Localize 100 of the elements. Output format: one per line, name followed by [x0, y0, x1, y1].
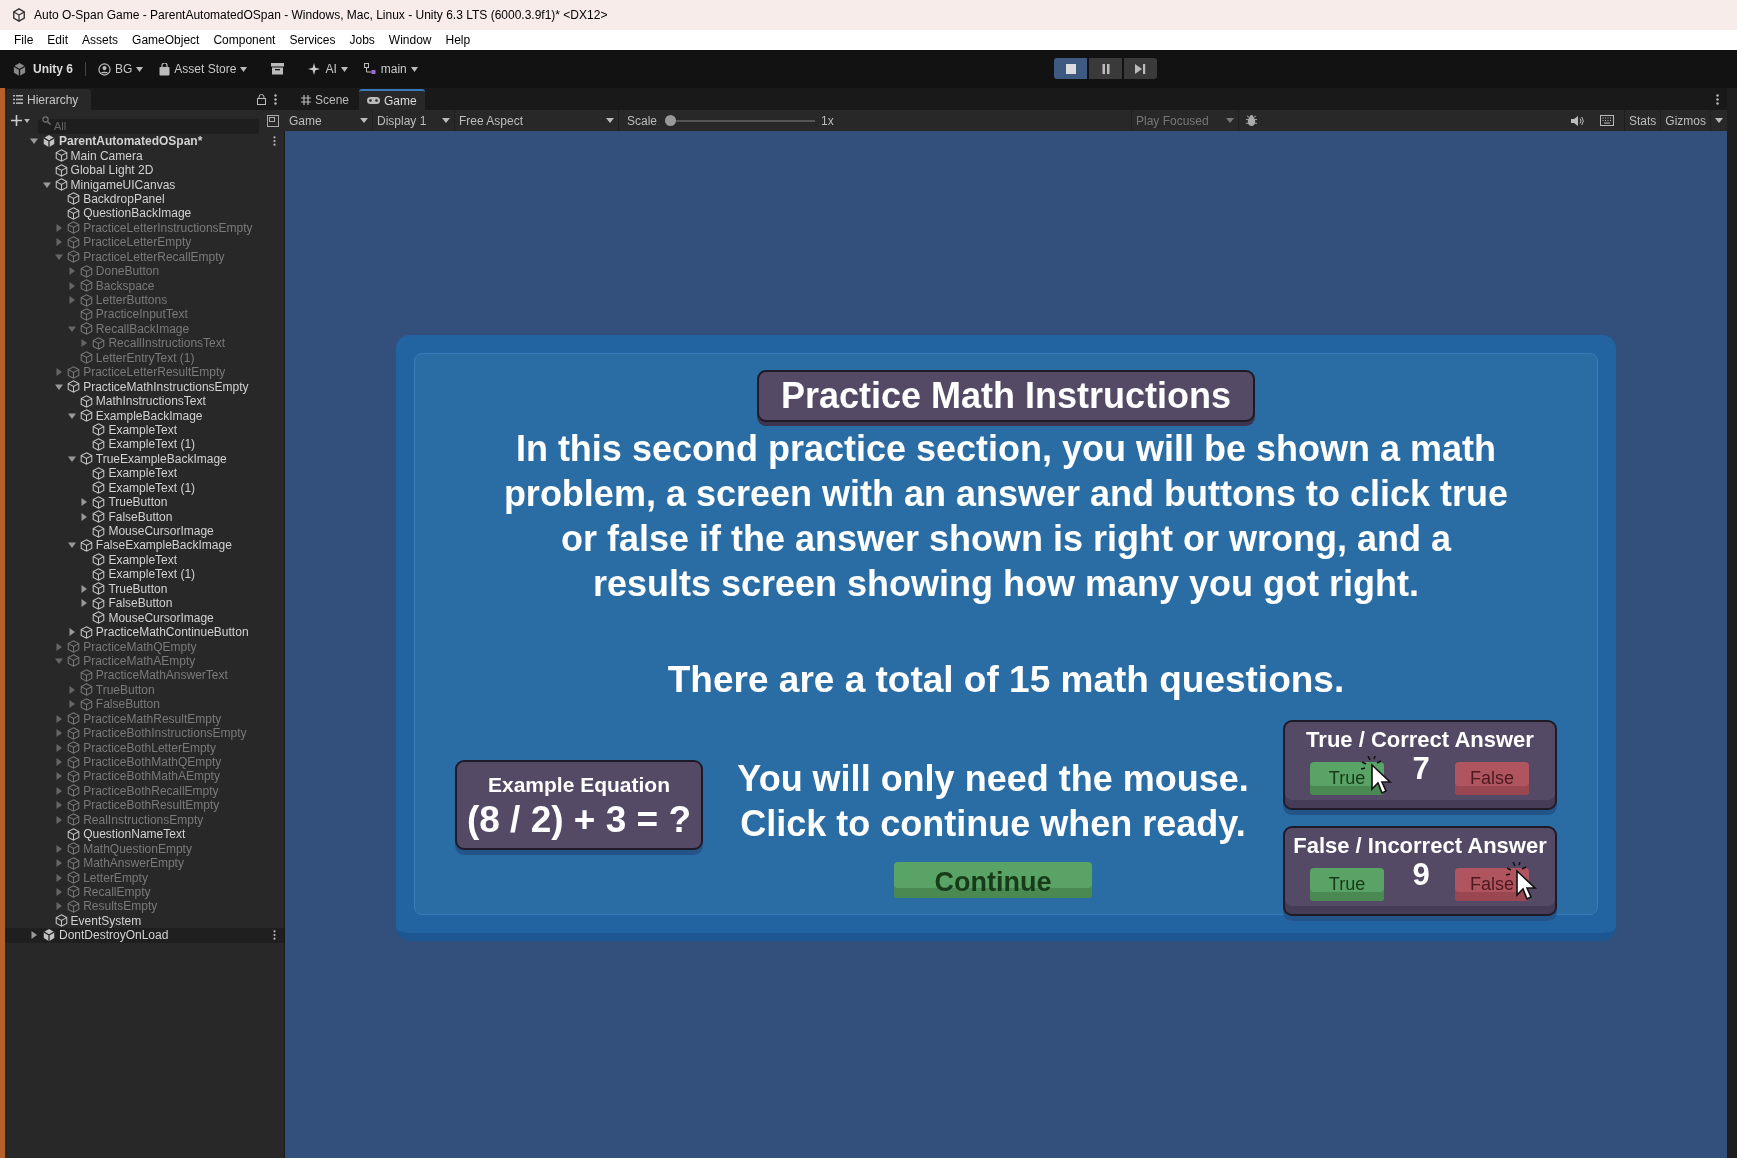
- menu-item[interactable]: Edit: [41, 31, 75, 49]
- branch-icon: [363, 63, 377, 75]
- expand-arrow-icon[interactable]: [55, 238, 64, 247]
- answer-button[interactable]: True: [1310, 867, 1384, 901]
- expand-arrow-icon[interactable]: [67, 281, 76, 290]
- plus-icon: [11, 115, 22, 126]
- lock-icon[interactable]: [257, 94, 266, 105]
- speaker-icon[interactable]: [1569, 114, 1584, 127]
- hierarchy-tab[interactable]: Hierarchy: [5, 89, 91, 110]
- archive-icon[interactable]: [271, 63, 285, 75]
- more-icon[interactable]: [1716, 94, 1719, 105]
- expand-arrow-icon[interactable]: [55, 902, 64, 911]
- expand-arrow-icon[interactable]: [55, 223, 64, 232]
- more-icon[interactable]: [273, 930, 276, 941]
- expand-arrow-icon[interactable]: [67, 296, 76, 305]
- bug-icon[interactable]: [1244, 114, 1258, 127]
- expand-arrow-icon[interactable]: [30, 931, 38, 940]
- cube-icon: [79, 307, 93, 321]
- hierarchy-item[interactable]: QuestionBackImage: [83, 204, 192, 223]
- window-title: Auto O-Span Game - ParentAutomatedOSpan - Windows, Mac, Linux - Unity 6.3 LTS (6000.3.9f1)* <DX12>: [34, 7, 608, 24]
- view-tab[interactable]: Scene: [293, 89, 358, 110]
- expand-arrow-icon[interactable]: [55, 887, 64, 896]
- expand-arrow-icon[interactable]: [67, 628, 76, 637]
- branch-button[interactable]: main: [363, 60, 418, 78]
- cube-icon: [92, 423, 106, 437]
- expand-arrow-icon[interactable]: [67, 411, 76, 420]
- pause-button[interactable]: [1089, 58, 1122, 79]
- hierarchy-item[interactable]: EventSystem: [70, 911, 142, 930]
- window-icon[interactable]: [267, 114, 279, 127]
- cube-icon: [79, 293, 93, 307]
- menu-item[interactable]: GameObject: [126, 31, 206, 49]
- ai-button[interactable]: AI: [308, 60, 348, 78]
- gamepad-icon: [367, 96, 381, 105]
- menu-item[interactable]: Component: [207, 31, 282, 49]
- user-button[interactable]: BG: [98, 60, 144, 78]
- menu-item[interactable]: Help: [439, 31, 477, 49]
- unity-scene-icon: [42, 134, 56, 149]
- expand-arrow-icon[interactable]: [80, 599, 89, 608]
- cube-icon: [79, 668, 93, 682]
- more-icon[interactable]: [274, 94, 277, 105]
- menu-item[interactable]: Services: [283, 31, 342, 49]
- hierarchy-item[interactable]: LetterEntryText (1): [95, 348, 195, 367]
- more-icon[interactable]: [273, 136, 276, 146]
- expand-arrow-icon[interactable]: [67, 324, 76, 333]
- expand-arrow-icon[interactable]: [55, 859, 64, 868]
- expand-arrow-icon[interactable]: [30, 137, 38, 146]
- cube-icon: [54, 149, 68, 163]
- expand-arrow-icon[interactable]: [55, 815, 64, 824]
- step-button[interactable]: [1124, 58, 1157, 79]
- expand-arrow-icon[interactable]: [67, 685, 76, 694]
- expand-arrow-icon[interactable]: [55, 772, 64, 781]
- scale-slider[interactable]: [665, 114, 816, 127]
- expand-arrow-icon[interactable]: [55, 368, 64, 377]
- expand-arrow-icon[interactable]: [67, 454, 76, 463]
- asset-store-button[interactable]: Asset Store: [159, 60, 248, 78]
- cube-icon: [54, 914, 68, 928]
- expand-arrow-icon[interactable]: [55, 786, 64, 795]
- continue-button[interactable]: Continue: [894, 861, 1092, 898]
- expand-arrow-icon[interactable]: [55, 252, 64, 261]
- expand-arrow-icon[interactable]: [80, 339, 89, 348]
- expand-arrow-icon[interactable]: [42, 180, 51, 189]
- cube-icon: [67, 871, 81, 885]
- caret-icon: [606, 118, 614, 123]
- expand-arrow-icon[interactable]: [67, 541, 76, 550]
- menu-item[interactable]: File: [8, 31, 40, 49]
- expand-arrow-icon[interactable]: [55, 801, 64, 810]
- expand-arrow-icon[interactable]: [80, 584, 89, 593]
- cube-icon: [79, 322, 93, 336]
- search-field[interactable]: All: [38, 118, 259, 134]
- cube-icon: [54, 178, 68, 192]
- menu-item[interactable]: Jobs: [343, 31, 381, 49]
- scale-label: Scale: [627, 112, 658, 130]
- search-icon: [42, 116, 51, 125]
- view-tab[interactable]: Game: [359, 89, 425, 110]
- expand-arrow-icon[interactable]: [55, 873, 64, 882]
- create-button[interactable]: [11, 115, 30, 126]
- expand-arrow-icon[interactable]: [55, 642, 64, 651]
- expand-arrow-icon[interactable]: [55, 758, 64, 767]
- expand-arrow-icon[interactable]: [67, 700, 76, 709]
- hierarchy-item[interactable]: ExampleText (1): [108, 435, 196, 454]
- caret-icon: [442, 118, 450, 123]
- expand-arrow-icon[interactable]: [55, 382, 64, 391]
- expand-arrow-icon[interactable]: [55, 656, 64, 665]
- cube-icon: [67, 784, 81, 798]
- expand-arrow-icon[interactable]: [55, 729, 64, 738]
- play-button[interactable]: [1054, 58, 1087, 79]
- cube-icon: [79, 625, 93, 639]
- expand-arrow-icon[interactable]: [67, 267, 76, 276]
- menu-item[interactable]: Window: [382, 31, 438, 49]
- expand-arrow-icon[interactable]: [80, 498, 89, 507]
- keyboard-icon[interactable]: [1599, 115, 1614, 126]
- cube-icon: [67, 250, 81, 264]
- expand-arrow-icon[interactable]: [55, 844, 64, 853]
- menu-item[interactable]: Assets: [76, 31, 125, 49]
- example-equation: (8 / 2) + 3 = ?: [466, 800, 692, 841]
- expand-arrow-icon[interactable]: [55, 714, 64, 723]
- expand-arrow-icon[interactable]: [55, 743, 64, 752]
- expand-arrow-icon[interactable]: [80, 512, 89, 521]
- account-label[interactable]: Unity 6: [33, 60, 73, 78]
- cube-icon: [79, 409, 93, 423]
